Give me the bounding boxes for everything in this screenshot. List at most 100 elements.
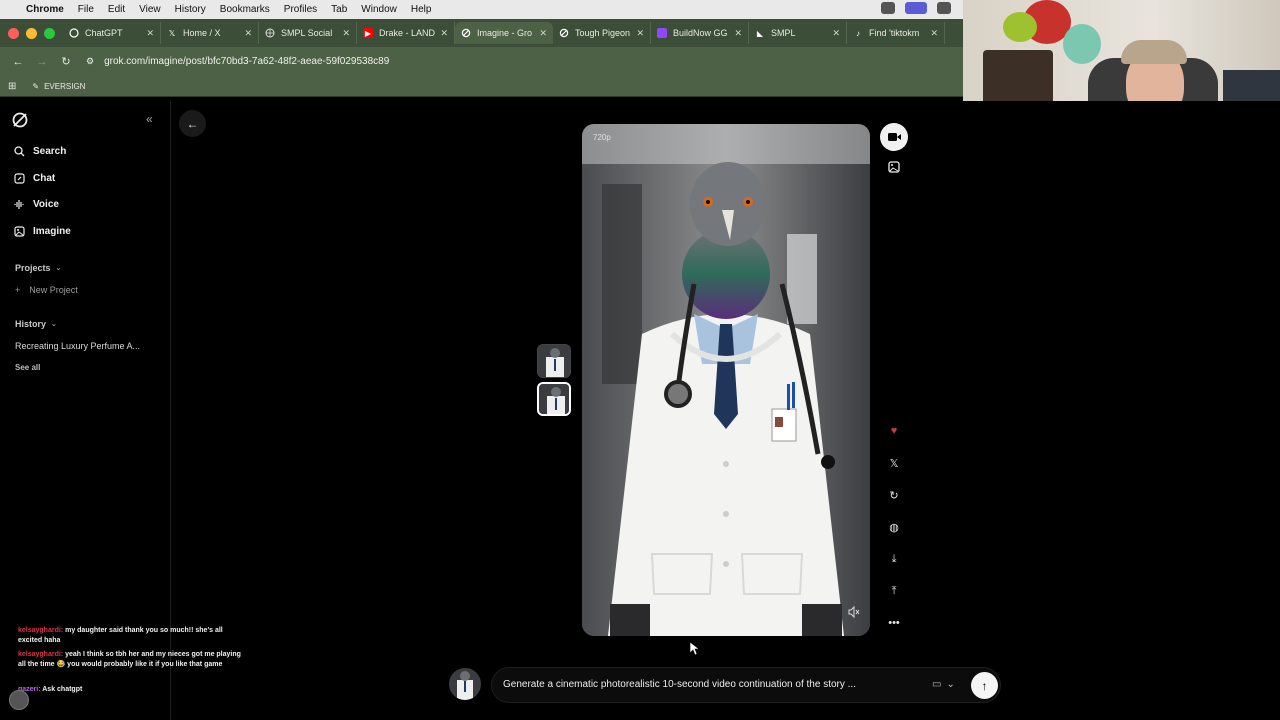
sidebar-item-imagine[interactable]: Imagine	[13, 225, 71, 237]
sidebar: « Search Chat Voice Imagine Projects ⌄ +…	[0, 101, 241, 720]
collapse-sidebar-icon[interactable]: «	[146, 112, 153, 126]
status-icon[interactable]	[881, 2, 895, 14]
video-mode-dropdown[interactable]: ▭ ⌄	[932, 679, 955, 690]
regenerate-button[interactable]: ↻	[880, 481, 908, 509]
close-window-button[interactable]	[8, 27, 19, 39]
generated-image[interactable]: 720p	[582, 124, 870, 636]
menu-help[interactable]: Help	[411, 4, 432, 15]
see-all-link[interactable]: See all	[15, 363, 40, 372]
globe-icon	[265, 28, 275, 38]
image-mode-button[interactable]	[880, 153, 908, 181]
close-tab-icon[interactable]: ✕	[244, 28, 252, 39]
tab-smpl[interactable]: ◣ SMPL ✕	[749, 22, 847, 44]
zoom-window-button[interactable]	[44, 27, 55, 39]
address-bar[interactable]: grok.com/imagine/post/bfc70bd3-7a62-48f2…	[104, 56, 389, 67]
sidebar-item-voice[interactable]: Voice	[13, 198, 59, 210]
x-icon: 𝕏	[889, 457, 899, 470]
chevron-down-icon: ⌄	[55, 265, 62, 272]
menu-file[interactable]: File	[78, 4, 94, 15]
chat-username: kelsayghardi:	[18, 651, 64, 658]
media-mode-controls	[880, 123, 908, 181]
thumbnail-2-selected[interactable]	[537, 382, 571, 416]
prompt-text[interactable]: Generate a cinematic photorealistic 10-s…	[503, 679, 903, 690]
sidebar-item-chat[interactable]: Chat	[13, 172, 55, 184]
status-icon[interactable]	[937, 2, 951, 14]
quality-badge: 720p	[593, 133, 611, 142]
image-icon	[888, 161, 900, 173]
like-button[interactable]: ♥	[880, 417, 908, 445]
menu-history[interactable]: History	[175, 4, 206, 15]
apps-grid-icon[interactable]: ⊞	[8, 81, 16, 92]
browser-toolbar: ← → ↻ ⚙ grok.com/imagine/post/bfc70bd3-7…	[0, 47, 963, 76]
more-options-button[interactable]: •••	[880, 609, 908, 637]
mac-menubar: Chrome File Edit View History Bookmarks …	[0, 0, 963, 19]
sidebar-item-search[interactable]: Search	[13, 145, 66, 157]
pigeon-doctor-thumbnail	[538, 345, 570, 377]
thumbnail-1[interactable]	[537, 344, 571, 378]
chevron-down-icon: ⌄	[51, 321, 57, 328]
close-tab-icon[interactable]: ✕	[146, 28, 154, 39]
back-icon[interactable]: ←	[8, 56, 28, 68]
history-item[interactable]: Recreating Luxury Perfume A...	[15, 341, 155, 351]
menu-tab[interactable]: Tab	[331, 4, 347, 15]
chat-text: Ask chatgpt	[42, 686, 83, 693]
menu-app-name[interactable]: Chrome	[26, 4, 64, 15]
close-tab-icon[interactable]: ✕	[930, 28, 938, 39]
menu-bookmarks[interactable]: Bookmarks	[220, 4, 270, 15]
chat-avatar	[9, 690, 29, 710]
tab-drake[interactable]: ▶ Drake - LAND ✕	[357, 22, 455, 44]
tab-tough-pigeon[interactable]: Tough Pigeon ✕	[553, 22, 651, 44]
minimize-window-button[interactable]	[26, 27, 37, 39]
menu-window[interactable]: Window	[361, 4, 397, 15]
tab-title: Find 'tiktokm	[869, 28, 920, 38]
new-project-label: New Project	[29, 285, 78, 295]
close-tab-icon[interactable]: ✕	[440, 28, 448, 39]
edit-image-button[interactable]: ◍	[880, 513, 908, 541]
forward-icon[interactable]: →	[32, 56, 52, 68]
section-label: Projects	[15, 263, 51, 273]
tab-buildnow[interactable]: BuildNow GG ✕	[651, 22, 749, 44]
share-button[interactable]: ⤒	[880, 577, 908, 605]
prompt-input[interactable]: Generate a cinematic photorealistic 10-s…	[491, 667, 1001, 703]
tab-chatgpt[interactable]: ChatGPT ✕	[63, 22, 161, 44]
mouse-cursor-icon	[690, 642, 700, 656]
reload-icon[interactable]: ↻	[56, 55, 76, 68]
submit-button[interactable]: ↑	[971, 672, 998, 699]
mute-icon[interactable]	[848, 605, 860, 619]
chat-icon	[13, 172, 25, 184]
tab-find-tiktok[interactable]: ♪ Find 'tiktokm ✕	[847, 22, 945, 44]
image-action-controls: ♥ 𝕏 ↻ ◍ ⤓ ⤒ •••	[880, 417, 908, 637]
close-tab-icon[interactable]: ✕	[636, 28, 644, 39]
history-section-toggle[interactable]: History ⌄	[15, 319, 57, 329]
screen-record-icon[interactable]	[905, 2, 927, 14]
site-info-icon[interactable]: ⚙	[86, 56, 94, 67]
tab-smpl-social[interactable]: SMPL Social ✕	[259, 22, 357, 44]
bookmark-eversign[interactable]: ✎ EVERSIGN	[32, 82, 85, 91]
tab-home-x[interactable]: 𝕏 Home / X ✕	[161, 22, 259, 44]
close-tab-icon[interactable]: ✕	[342, 28, 350, 39]
prompt-image-preview[interactable]	[449, 668, 481, 700]
video-mode-button[interactable]	[880, 123, 908, 151]
menu-profiles[interactable]: Profiles	[284, 4, 317, 15]
tab-title: SMPL	[771, 28, 796, 38]
new-project-button[interactable]: + New Project	[15, 285, 78, 295]
video-camera-icon	[887, 133, 901, 141]
plus-icon: +	[15, 285, 21, 295]
share-x-button[interactable]: 𝕏	[880, 449, 908, 477]
download-button[interactable]: ⤓	[880, 545, 908, 573]
sidebar-item-label: Chat	[33, 172, 56, 184]
close-tab-icon[interactable]: ✕	[734, 28, 742, 39]
menu-view[interactable]: View	[139, 4, 161, 15]
tab-title: Imagine - Gro	[477, 28, 533, 38]
smpl-icon: ◣	[756, 28, 764, 38]
menubar-status-icons	[881, 2, 951, 14]
browser-tabbar: ChatGPT ✕ 𝕏 Home / X ✕ SMPL Social ✕ ▶ D…	[0, 19, 963, 47]
projects-section-toggle[interactable]: Projects ⌄	[15, 263, 61, 273]
back-button[interactable]: ←	[179, 110, 206, 137]
close-tab-icon[interactable]: ✕	[539, 28, 547, 39]
close-tab-icon[interactable]: ✕	[832, 28, 840, 39]
menu-edit[interactable]: Edit	[108, 4, 125, 15]
tab-imagine-grok[interactable]: Imagine - Gro ✕	[455, 22, 553, 44]
grok-logo-icon[interactable]	[11, 111, 29, 129]
grok-icon	[559, 28, 569, 38]
